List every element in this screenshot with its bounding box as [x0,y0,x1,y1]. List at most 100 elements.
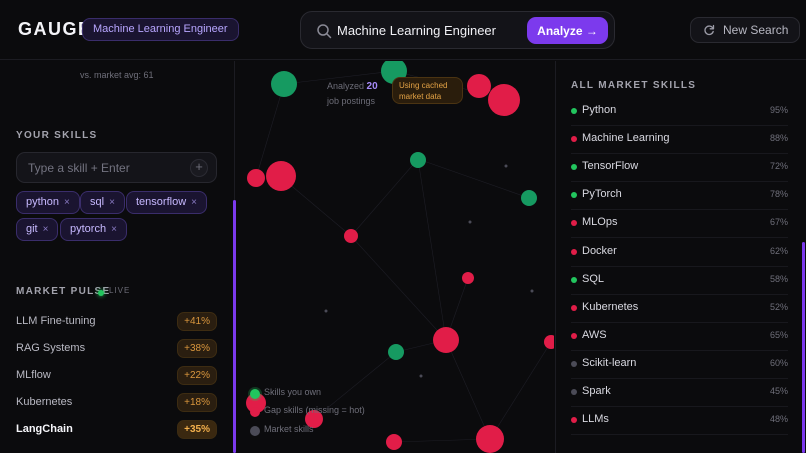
market-skill-row[interactable]: SQL 58% [571,267,788,295]
add-skill-button[interactable]: + [190,159,208,177]
market-average-text: vs. market avg: 61 [80,70,154,80]
owned-dot-icon [250,389,260,399]
pulse-skill-name: LangChain [16,423,73,435]
market-skill-row[interactable]: AWS 65% [571,323,788,351]
market-skill-name: Machine Learning [582,132,670,145]
market-skills-panel: ALL MARKET SKILLS Python 95% Machine Learn… [555,61,806,453]
chip-remove-icon[interactable]: × [109,197,115,208]
market-skill-percent: 62% [769,245,788,256]
market-skill-row[interactable]: Spark 45% [571,379,788,407]
skill-chip-pytorch[interactable]: pytorch × [60,218,127,241]
node-gap[interactable] [266,161,296,191]
node-market[interactable] [419,374,423,378]
node-market[interactable] [324,309,328,313]
gap-dot-icon [250,407,260,417]
node-market[interactable] [468,220,472,224]
app-logo[interactable]: GAUGE [18,19,92,40]
left-panel: vs. market avg: 61 YOUR SKILLS + python ×… [0,61,235,453]
refresh-icon [704,24,715,36]
node-owned[interactable] [388,344,404,360]
market-skill-percent: 65% [769,329,788,340]
pulse-delta-badge: +38% [177,339,217,358]
market-skill-percent: 72% [769,161,788,172]
node-owned[interactable] [271,71,297,97]
node-gap[interactable] [544,335,554,349]
market-skill-row[interactable]: Python 95% [571,98,788,126]
live-indicator-dot [98,290,104,296]
skill-status-dot-icon [571,360,577,367]
skill-input[interactable] [16,152,217,183]
skill-chip-git[interactable]: git × [16,218,59,241]
market-skill-row[interactable]: MLOps 67% [571,210,788,239]
market-skill-percent: 67% [769,217,788,228]
market-skill-percent: 45% [769,386,788,396]
pulse-row[interactable]: LangChain +35% [16,420,217,440]
pulse-row[interactable]: LLM Fine-tuning +41% [16,312,217,332]
market-skill-row[interactable]: Docker 62% [571,239,788,267]
market-skill-row[interactable]: LLMs 48% [571,407,788,436]
pulse-row[interactable]: RAG Systems +38% [16,339,217,359]
search-input[interactable] [337,12,517,48]
legend-label: Market skills [264,424,314,434]
market-skill-row[interactable]: Machine Learning 88% [571,126,788,155]
node-owned[interactable] [410,152,426,168]
market-skills-title: ALL MARKET SKILLS [571,80,697,91]
market-skill-row[interactable]: Kubernetes 52% [571,295,788,323]
node-gap[interactable] [386,434,402,450]
right-panel-scrollbar[interactable] [802,242,805,453]
new-search-button[interactable]: New Search [690,17,800,43]
market-skill-percent: 58% [769,273,788,284]
market-skill-name: Scikit-learn [582,356,637,369]
chip-label: git [26,223,38,235]
pulse-delta-badge: +35% [177,420,217,439]
skill-chip-python[interactable]: python × [16,191,80,214]
market-skill-percent: 88% [769,133,788,144]
skill-status-dot-icon [571,136,577,143]
role-badge: Machine Learning Engineer [82,18,239,41]
legend-label: Gap skills (missing = hot) [264,405,365,415]
market-skill-row[interactable]: TensorFlow 72% [571,154,788,183]
chip-remove-icon[interactable]: × [111,224,117,235]
skill-chip-tensorflow[interactable]: tensorflow × [126,191,207,214]
node-gap[interactable] [467,74,491,98]
market-skill-row[interactable]: Scikit-learn 60% [571,351,788,379]
market-skill-row[interactable]: PyTorch 78% [571,182,788,211]
pulse-skill-name: MLflow [16,369,51,381]
node-gap[interactable] [344,229,358,243]
new-search-label: New Search [723,23,789,37]
node-market[interactable] [504,164,508,168]
node-owned[interactable] [521,190,537,206]
pulse-skill-name: Kubernetes [16,396,73,408]
pulse-skill-name: RAG Systems [16,342,86,354]
skill-chip-sql[interactable]: sql × [80,191,125,214]
chip-remove-icon[interactable]: × [64,197,70,208]
node-market[interactable] [530,289,534,293]
node-gap[interactable] [462,272,474,284]
analyze-button[interactable]: Analyze → [527,17,608,44]
chip-remove-icon[interactable]: × [191,197,197,208]
top-bar: GAUGE Machine Learning Engineer Analyze … [0,0,806,60]
pulse-row[interactable]: Kubernetes +18% [16,393,217,413]
pulse-delta-badge: +41% [177,312,217,331]
skill-status-dot-icon [571,417,577,424]
node-gap[interactable] [488,84,520,116]
skill-status-dot-icon [571,304,577,311]
analyzed-prefix: Analyzed [327,81,365,91]
skill-status-dot-icon [571,192,577,199]
your-skills-title: YOUR SKILLS [16,130,98,141]
skill-status-dot-icon [571,108,577,114]
market-skill-percent: 95% [769,105,788,115]
node-gap[interactable] [247,169,265,187]
market-skill-percent: 60% [769,357,788,368]
chip-label: pytorch [70,223,107,235]
node-gap[interactable] [433,327,459,353]
node-gap[interactable] [476,425,504,453]
pulse-row[interactable]: MLflow +22% [16,366,217,386]
market-dot-icon [250,426,260,436]
chip-remove-icon[interactable]: × [43,224,49,235]
market-skill-name: Docker [582,244,617,257]
skill-status-dot-icon [571,220,577,227]
market-skill-name: LLMs [582,413,609,426]
market-skill-name: Kubernetes [582,300,639,313]
market-skill-name: TensorFlow [582,160,639,173]
